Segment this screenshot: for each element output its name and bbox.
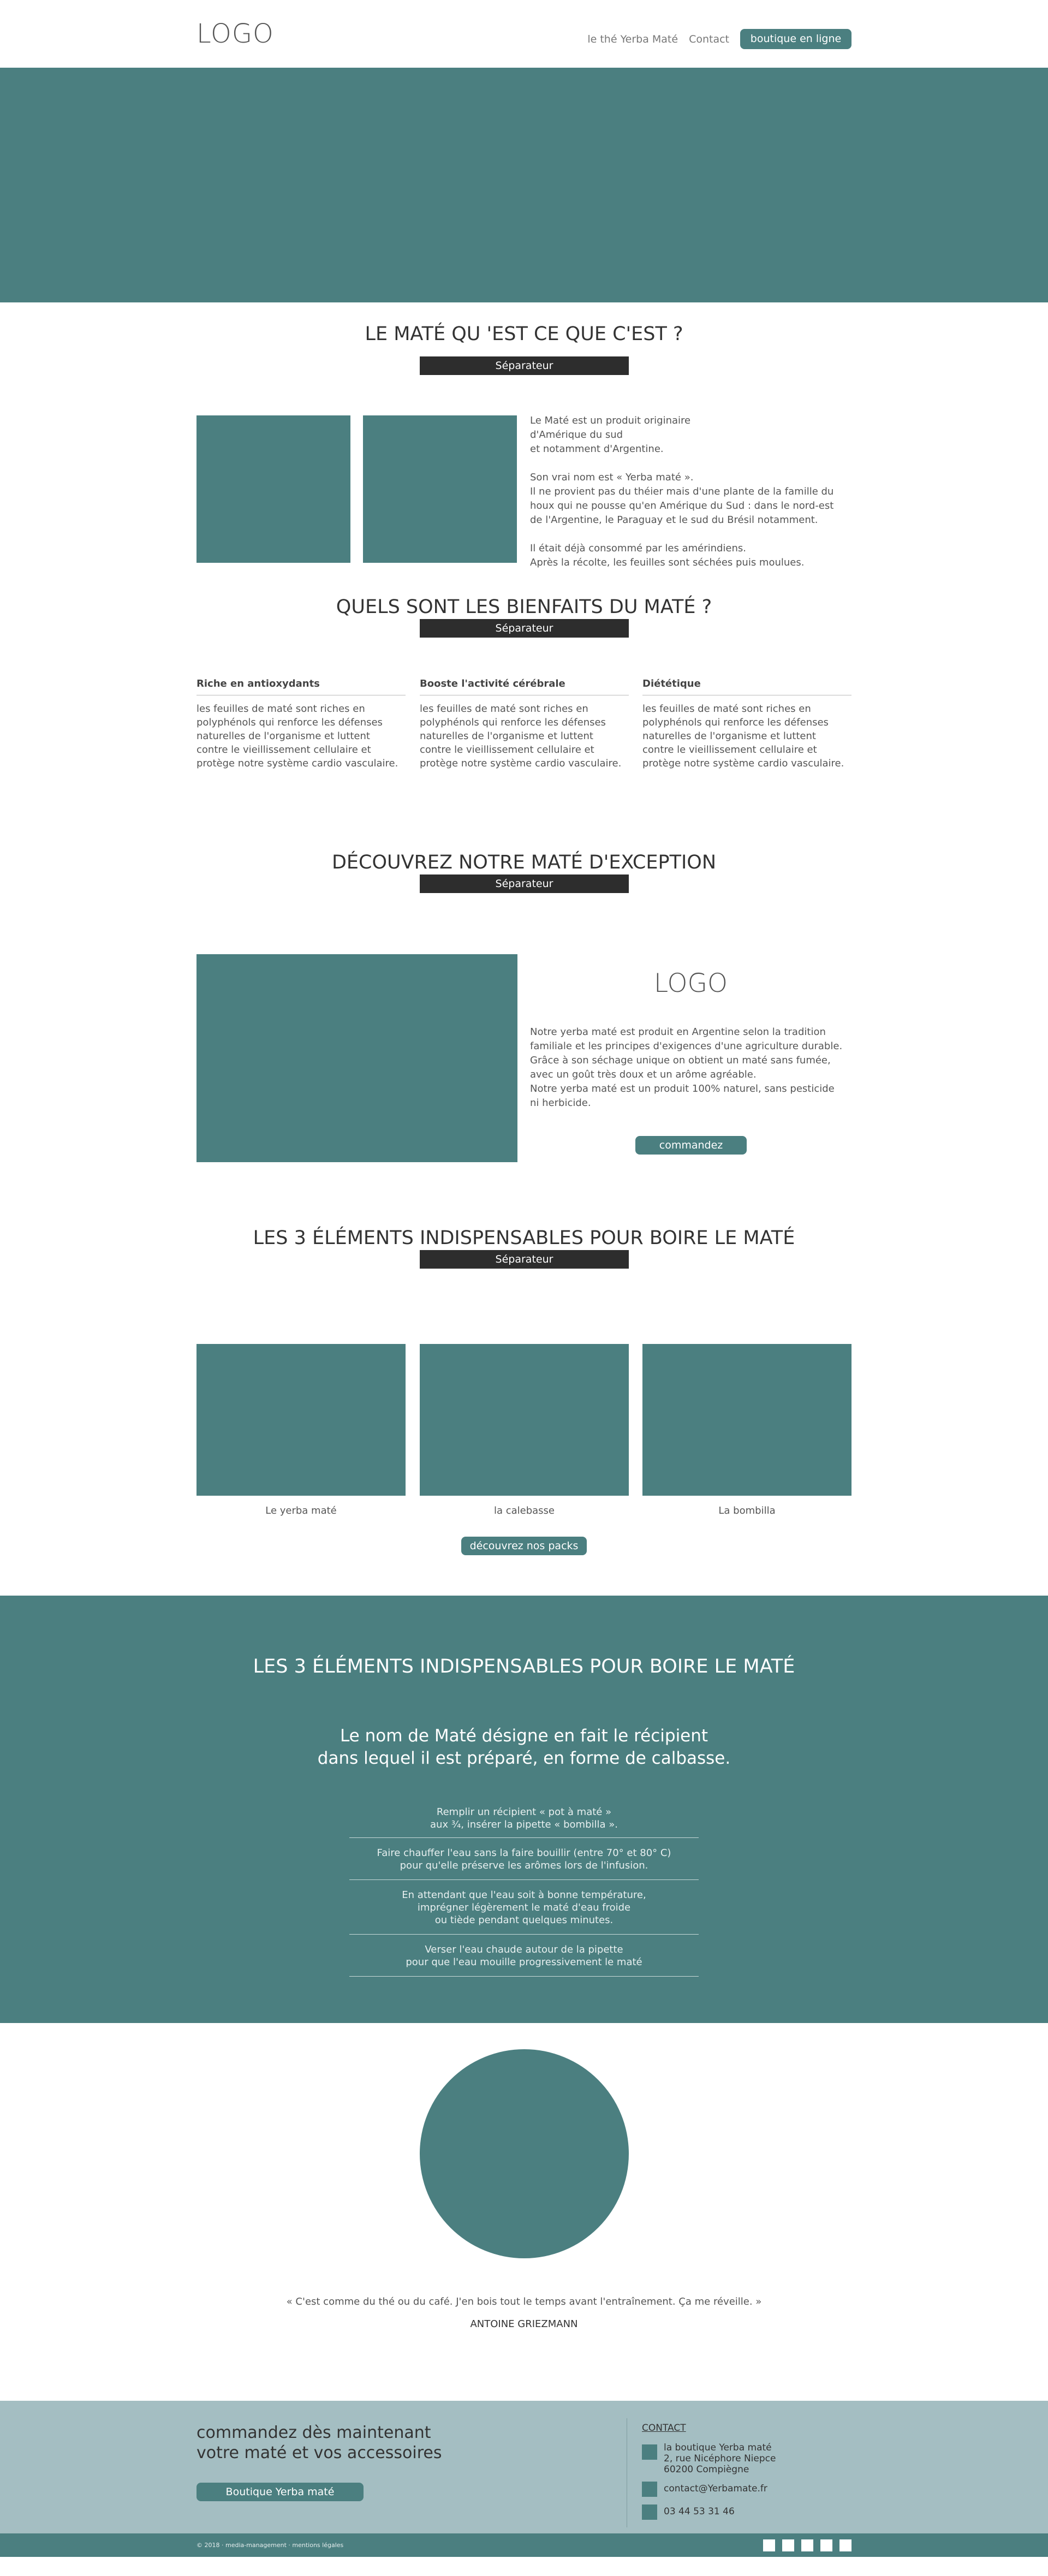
testimonial-author: ANTOINE GRIEZMANN — [470, 2318, 578, 2330]
benefit-column: Diététique les feuilles de maté sont ric… — [642, 678, 851, 770]
step-divider — [349, 1976, 699, 1977]
email-icon — [642, 2482, 657, 2497]
nav-link-the-yerba-mate[interactable]: le thé Yerba Maté — [587, 33, 678, 45]
contact-address: la boutique Yerba maté 2, rue Nicéphore N… — [664, 2442, 776, 2475]
step-text: Verser l'eau chaude autour de la pipette… — [406, 1944, 642, 1968]
step-divider — [349, 1879, 699, 1880]
preparation-steps: Remplir un récipient « pot à maté » aux ¾… — [349, 1806, 699, 1977]
section-benefits: QUELS SONT LES BIENFAITS DU MATÉ ? Sépar… — [196, 596, 851, 852]
benefit-text: les feuilles de maté sont riches en polyp… — [642, 703, 844, 769]
element-label: La bombilla — [718, 1505, 776, 1516]
discover-packs-button[interactable]: découvrez nos packs — [461, 1537, 587, 1555]
shop-online-button[interactable]: boutique en ligne — [740, 29, 851, 49]
benefit-title: Riche en antioxydants — [196, 678, 406, 695]
section-title: QUELS SONT LES BIENFAITS DU MATÉ ? — [336, 596, 712, 618]
shop-button[interactable]: Boutique Yerba maté — [196, 2483, 364, 2501]
image-placeholder — [363, 415, 517, 563]
section-title: LES 3 ÉLÉMENTS INDISPENSABLES POUR BOIRE… — [253, 1656, 795, 1677]
benefit-column: Riche en antioxydants les feuilles de ma… — [196, 678, 406, 770]
step-text: Faire chauffer l'eau sans la faire bouil… — [377, 1847, 671, 1871]
benefit-column: Booste l'activité cérébrale les feuilles… — [420, 678, 629, 770]
step-text: Remplir un récipient « pot à maté » aux ¾… — [430, 1806, 618, 1830]
section-title: LE MATÉ QU 'EST CE QUE C'EST ? — [365, 323, 683, 345]
order-button[interactable]: commandez — [635, 1136, 747, 1155]
element-image-placeholder — [642, 1344, 851, 1496]
social-links — [759, 2539, 851, 2554]
benefit-text: les feuilles de maté sont riches en polyp… — [196, 703, 398, 769]
benefit-title: Diététique — [642, 678, 851, 695]
element-image-placeholder — [196, 1344, 406, 1496]
section-preparation: LES 3 ÉLÉMENTS INDISPENSABLES POUR BOIRE… — [0, 1596, 1048, 2023]
product-description: Notre yerba maté est produit en Argentin… — [530, 1026, 843, 1109]
social-icon[interactable] — [839, 2539, 851, 2551]
step-divider — [349, 1837, 699, 1838]
main-nav: le thé Yerba Maté Contact boutique en li… — [587, 29, 851, 49]
benefit-text: les feuilles de maté sont riches en polyp… — [420, 703, 622, 769]
contact-email[interactable]: contact@Yerbamate.fr — [664, 2483, 767, 2494]
step-text: En attendant que l'eau soit à bonne temp… — [402, 1889, 646, 1926]
copyright: © 2018 · media-management · mentions lég… — [196, 2542, 344, 2549]
separator: Séparateur — [420, 874, 629, 893]
section-testimonial: « C'est comme du thé ou du café. J'en bo… — [196, 2023, 851, 2401]
hero-banner — [0, 68, 1048, 302]
footer-headline: commandez dès maintenant votre maté et v… — [196, 2423, 442, 2462]
contact-title: CONTACT — [642, 2423, 686, 2434]
social-icon[interactable] — [801, 2539, 813, 2551]
section-exceptional-mate: DÉCOUVREZ NOTRE MATÉ D'EXCEPTION Séparat… — [196, 852, 851, 1227]
social-icon[interactable] — [782, 2539, 794, 2551]
section-title: DÉCOUVREZ NOTRE MATÉ D'EXCEPTION — [331, 852, 717, 873]
section-three-elements: LES 3 ÉLÉMENTS INDISPENSABLES POUR BOIRE… — [196, 1227, 851, 1596]
social-icon[interactable] — [820, 2539, 832, 2551]
section-subtitle: Le nom de Maté désigne en fait le récipi… — [317, 1726, 731, 1768]
product-image-placeholder — [196, 954, 517, 1162]
footer-bar: © 2018 · media-management · mentions lég… — [0, 2533, 1048, 2557]
site-header: LOGO le thé Yerba Maté Contact boutique … — [196, 0, 851, 68]
social-icon[interactable] — [763, 2539, 775, 2551]
element-label: Le yerba maté — [265, 1505, 337, 1516]
section-what-is-mate: LE MATÉ QU 'EST CE QUE C'EST ? Séparateu… — [196, 302, 851, 596]
step-divider — [349, 1934, 699, 1935]
site-footer: commandez dès maintenant votre maté et v… — [0, 2401, 1048, 2533]
avatar — [420, 2049, 629, 2258]
element-image-placeholder — [420, 1344, 629, 1496]
benefit-title: Booste l'activité cérébrale — [420, 678, 629, 695]
nav-link-contact[interactable]: Contact — [689, 33, 729, 45]
separator: Séparateur — [420, 356, 629, 375]
testimonial-quote: « C'est comme du thé ou du café. J'en bo… — [286, 2296, 762, 2307]
intro-text: Le Maté est un produit originaire d'Amér… — [530, 415, 834, 568]
image-placeholder — [196, 415, 350, 563]
brand-logo: LOGO — [654, 968, 728, 998]
header-logo[interactable]: LOGO — [196, 19, 274, 49]
section-title: LES 3 ÉLÉMENTS INDISPENSABLES POUR BOIRE… — [253, 1227, 795, 1249]
location-icon — [642, 2444, 657, 2460]
separator: Séparateur — [420, 1250, 629, 1269]
contact-phone[interactable]: 03 44 53 31 46 — [664, 2506, 735, 2517]
separator: Séparateur — [420, 619, 629, 638]
element-label: la calebasse — [493, 1505, 555, 1516]
phone-icon — [642, 2504, 657, 2520]
